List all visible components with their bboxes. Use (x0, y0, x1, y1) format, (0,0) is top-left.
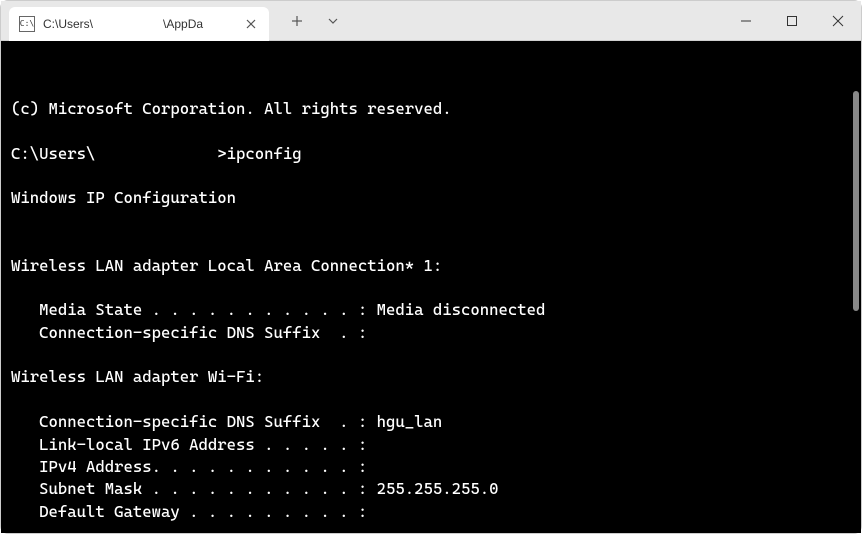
close-icon (832, 15, 844, 27)
terminal-output: (c) Microsoft Corporation. All rights re… (11, 98, 851, 523)
tab-title: C:\Users\\AppDa (43, 17, 235, 31)
window-controls (723, 1, 861, 41)
tab-actions (281, 5, 349, 37)
tab[interactable]: C:\ C:\Users\\AppDa (9, 7, 269, 41)
chevron-down-icon (327, 17, 339, 25)
maximize-button[interactable] (769, 1, 815, 41)
plus-icon (291, 15, 303, 27)
maximize-icon (786, 15, 798, 27)
close-icon (246, 19, 256, 29)
terminal-content[interactable]: (c) Microsoft Corporation. All rights re… (1, 41, 861, 533)
new-tab-button[interactable] (281, 5, 313, 37)
close-button[interactable] (815, 1, 861, 41)
minimize-button[interactable] (723, 1, 769, 41)
titlebar: C:\ C:\Users\\AppDa (1, 1, 861, 41)
tab-close-button[interactable] (243, 16, 259, 32)
tab-dropdown-button[interactable] (317, 5, 349, 37)
scrollbar-thumb[interactable] (853, 91, 859, 311)
minimize-icon (740, 15, 752, 27)
terminal-icon: C:\ (19, 16, 35, 32)
